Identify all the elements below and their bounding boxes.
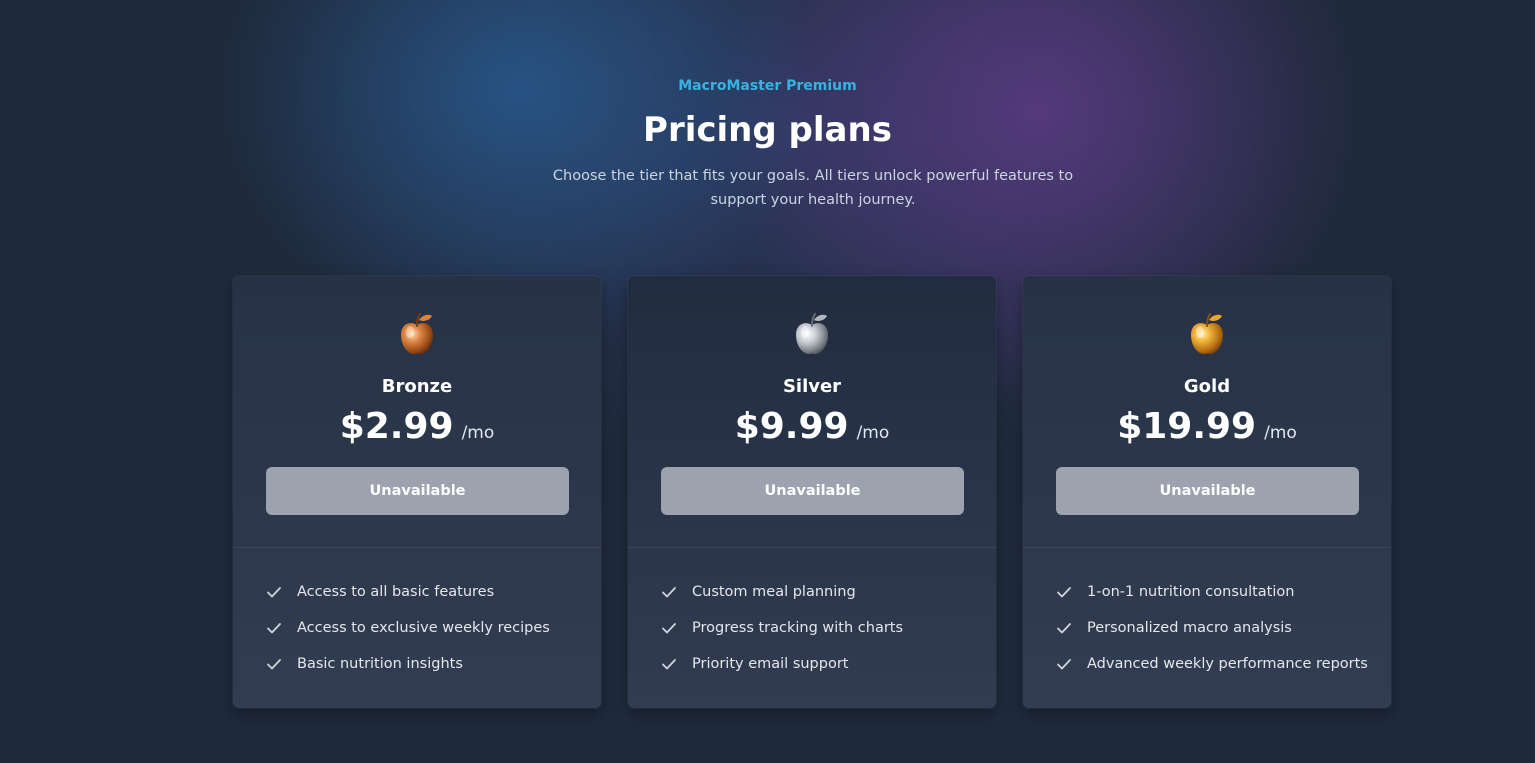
feature-text: Custom meal planning [692,584,856,600]
feature-text: Advanced weekly performance reports [1087,656,1368,672]
feature-list: 1-on-1 nutrition consultation Personaliz… [1056,580,1386,688]
plan-name: Silver [782,376,842,397]
card-divider [233,547,601,548]
price-row: $2.99/mo [233,406,601,447]
price-row: $19.99/mo [1023,406,1391,447]
plan-name: Gold [1183,376,1231,397]
feature-item: 1-on-1 nutrition consultation [1056,580,1386,616]
unavailable-button-bronze[interactable]: Unavailable [266,467,569,515]
plan-price: $19.99 [1117,406,1257,447]
feature-item: Priority email support [661,652,991,688]
plan-price: $2.99 [339,406,454,447]
unavailable-button-gold[interactable]: Unavailable [1056,467,1359,515]
card-divider [1023,547,1391,548]
feature-list: Custom meal planning Progress tracking w… [661,580,991,688]
gold-apple-icon [1191,313,1223,355]
title-wrap: Pricing plans [0,110,1535,150]
feature-text: Basic nutrition insights [297,656,463,672]
plan-card-bronze: Bronze $2.99/mo Unavailable Access to al… [233,276,601,708]
plan-period: /mo [856,423,890,443]
check-icon [267,659,281,670]
feature-item: Custom meal planning [661,580,991,616]
feature-text: 1-on-1 nutrition consultation [1087,584,1295,600]
check-icon [267,587,281,598]
check-icon [1057,659,1071,670]
feature-text: Personalized macro analysis [1087,620,1292,636]
check-icon [662,587,676,598]
check-icon [662,623,676,634]
bronze-apple-icon [401,313,433,355]
unavailable-button-silver[interactable]: Unavailable [661,467,964,515]
feature-item: Access to all basic features [266,580,596,616]
feature-list: Access to all basic features Access to e… [266,580,596,688]
feature-text: Access to exclusive weekly recipes [297,620,550,636]
eyebrow-wrap: MacroMaster Premium [0,78,1535,94]
plan-card-gold: Gold $19.99/mo Unavailable 1-on-1 nutrit… [1023,276,1391,708]
plan-period: /mo [461,423,495,443]
feature-item: Access to exclusive weekly recipes [266,616,596,652]
page-title: Pricing plans [643,110,892,150]
pricing-cards: Bronze $2.99/mo Unavailable Access to al… [233,276,1393,708]
plan-card-silver: Silver $9.99/mo Unavailable Custom meal … [628,276,996,708]
feature-item: Personalized macro analysis [1056,616,1386,652]
feature-item: Basic nutrition insights [266,652,596,688]
feature-text: Progress tracking with charts [692,620,904,636]
silver-apple-icon [796,313,828,355]
feature-text: Priority email support [692,656,849,672]
card-divider [628,547,996,548]
plan-name: Bronze [381,376,453,397]
check-icon [1057,623,1071,634]
page-subtitle: Choose the tier that fits your goals. Al… [552,168,1074,208]
plan-period: /mo [1264,423,1297,443]
feature-item: Advanced weekly performance reports [1056,652,1386,688]
pricing-page: MacroMaster Premium Pricing plans Choose… [0,0,1535,763]
product-eyebrow: MacroMaster Premium [678,78,857,94]
check-icon [267,623,281,634]
check-icon [1057,587,1071,598]
plan-price: $9.99 [734,406,849,447]
check-icon [662,659,676,670]
feature-text: Access to all basic features [297,584,495,600]
feature-item: Progress tracking with charts [661,616,991,652]
price-row: $9.99/mo [628,406,996,447]
